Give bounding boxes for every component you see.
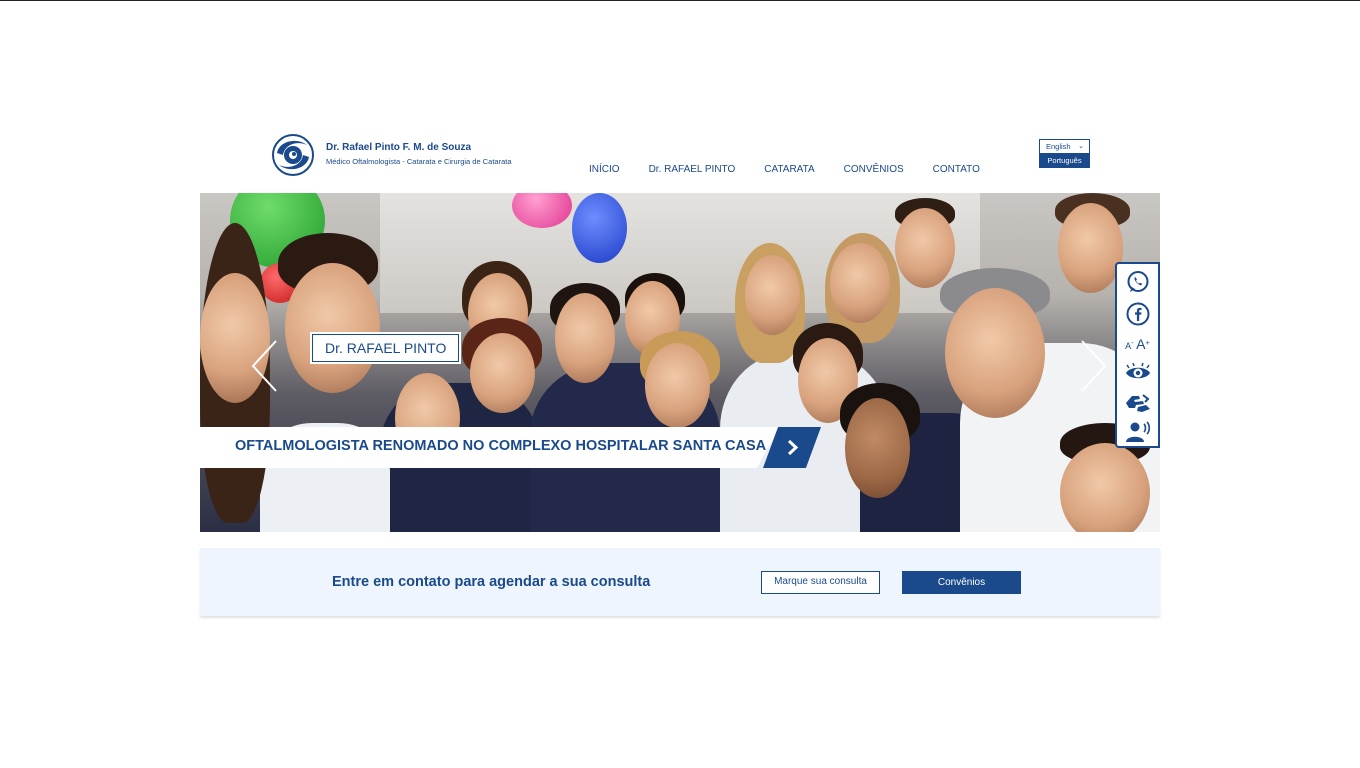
main-nav: INÍCIO Dr. RAFAEL PINTO CATARATA CONVÊNI… xyxy=(589,164,1009,175)
chevron-down-icon: ⌄ xyxy=(1078,143,1084,150)
slider-next-arrow-icon[interactable] xyxy=(1078,339,1108,393)
contact-cta: Entre em contato para agendar a sua cons… xyxy=(200,548,1160,616)
brand-text: Dr. Rafael Pinto F. M. de Souza Médico O… xyxy=(326,141,512,169)
chevron-right-icon xyxy=(787,439,799,456)
language-option-portugues[interactable]: Português xyxy=(1039,154,1090,168)
contrast-button[interactable] xyxy=(1117,360,1158,386)
brand-tagline: Médico Oftalmologista - Catarata e Cirur… xyxy=(326,157,512,166)
language-select[interactable]: English ⌄ xyxy=(1039,139,1090,154)
facebook-icon xyxy=(1126,302,1149,326)
screen-reader-icon xyxy=(1125,421,1150,442)
nav-item-convenios[interactable]: CONVÊNIOS xyxy=(844,164,904,175)
slider-prev-arrow-icon[interactable] xyxy=(250,339,280,393)
font-size-controls: A- A+ xyxy=(1117,331,1158,357)
hero-slider: Dr. RAFAEL PINTO OFTALMOLOGISTA RENOMADO… xyxy=(200,193,1160,532)
facebook-button[interactable] xyxy=(1117,301,1158,327)
insurance-button[interactable]: Convênios xyxy=(902,571,1021,594)
language-selected: English xyxy=(1046,142,1071,151)
font-increase-button[interactable]: A+ xyxy=(1136,336,1150,352)
screen-reader-button[interactable] xyxy=(1117,419,1158,445)
schedule-appointment-button[interactable]: Marque sua consulta xyxy=(761,571,880,594)
brand-logo-link[interactable]: Dr. Rafael Pinto F. M. de Souza Médico O… xyxy=(267,133,567,177)
slide-banner-text: OFTALMOLOGISTA RENOMADO NO COMPLEXO HOSP… xyxy=(235,438,767,454)
whatsapp-icon xyxy=(1127,271,1148,292)
nav-item-dr-rafael-pinto[interactable]: Dr. RAFAEL PINTO xyxy=(649,164,736,175)
nav-item-inicio[interactable]: INÍCIO xyxy=(589,164,620,175)
whatsapp-button[interactable] xyxy=(1117,269,1158,295)
cta-message: Entre em contato para agendar a sua cons… xyxy=(332,574,651,590)
language-switcher: English ⌄ Português xyxy=(1039,139,1090,168)
nav-item-contato[interactable]: CONTATO xyxy=(933,164,980,175)
contrast-eye-icon xyxy=(1125,363,1150,379)
top-border xyxy=(0,0,1360,1)
nav-item-catarata[interactable]: CATARATA xyxy=(764,164,814,175)
sign-language-icon xyxy=(1125,394,1150,412)
eye-swirl-logo-icon xyxy=(272,134,314,176)
font-decrease-button[interactable]: A- xyxy=(1125,338,1134,351)
accessibility-toolbar: A- A+ xyxy=(1115,262,1160,448)
balloon-blue xyxy=(572,193,627,263)
sign-language-button[interactable] xyxy=(1117,389,1158,415)
slide-name-label: Dr. RAFAEL PINTO xyxy=(312,334,460,362)
brand-name: Dr. Rafael Pinto F. M. de Souza xyxy=(326,142,472,153)
